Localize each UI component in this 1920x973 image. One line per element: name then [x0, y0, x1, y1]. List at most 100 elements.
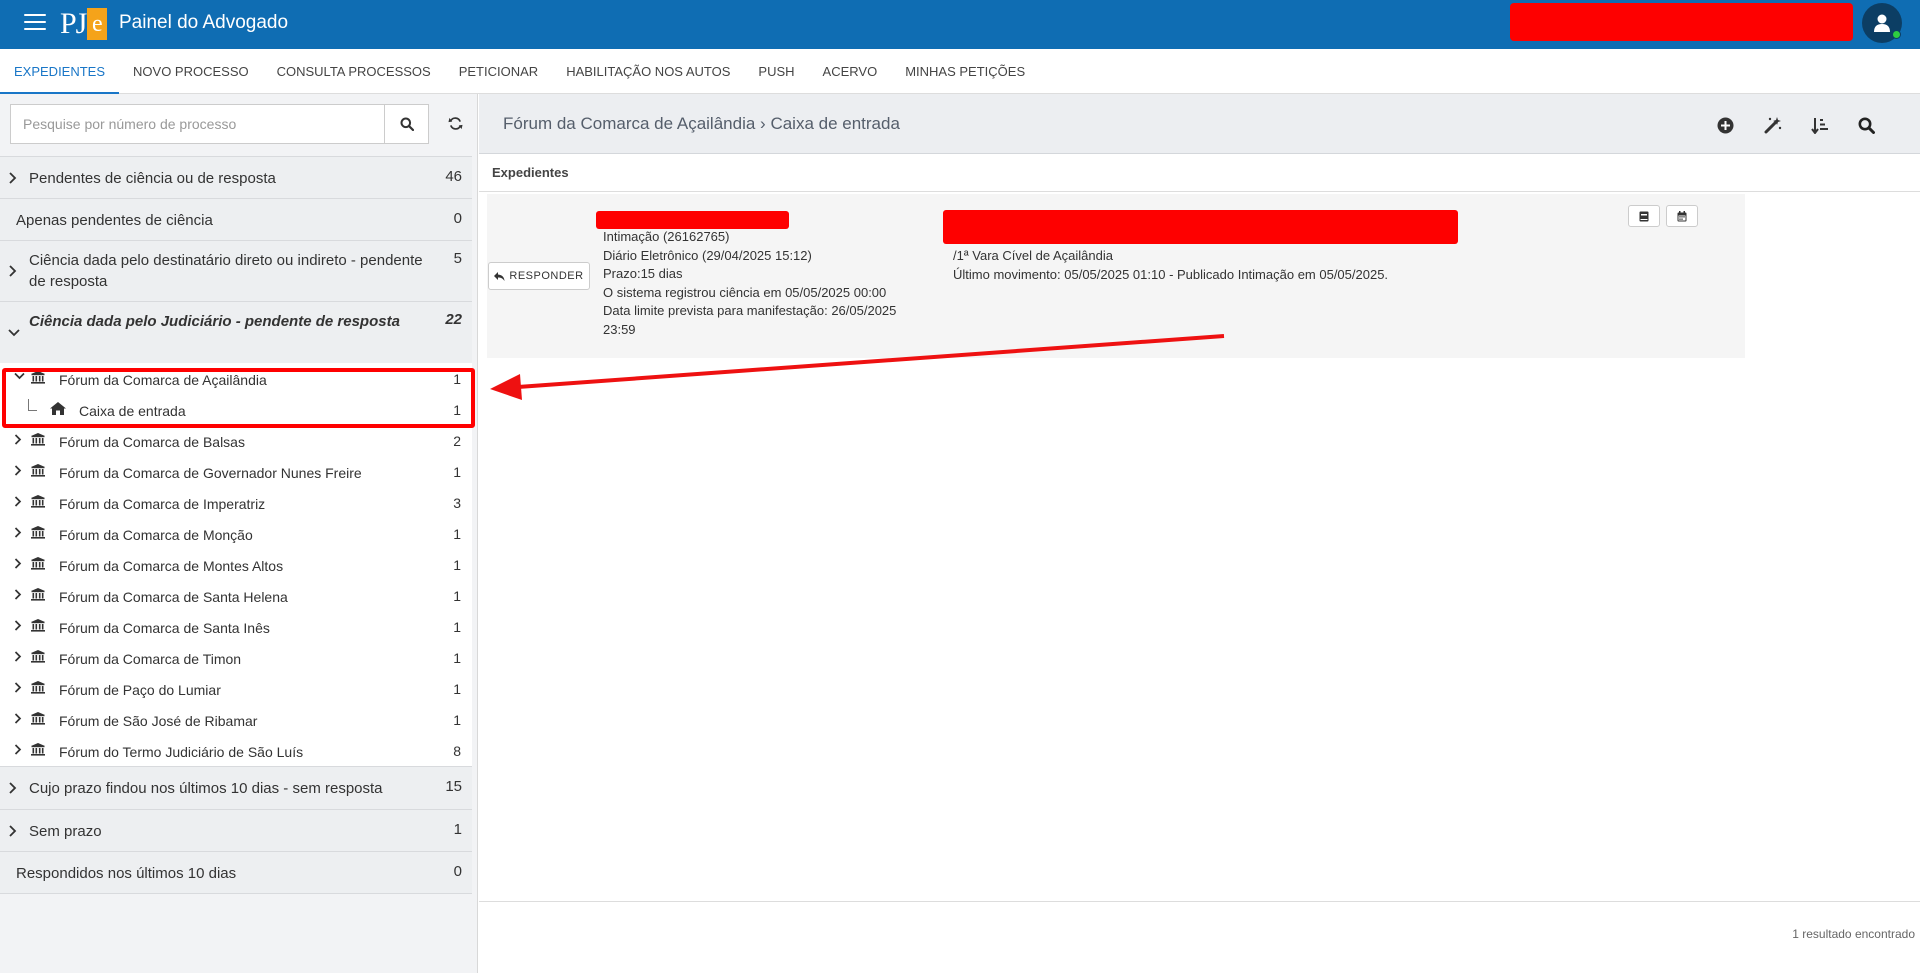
document-button[interactable] — [1628, 205, 1660, 227]
group-count: 0 — [453, 863, 462, 880]
magic-wand-button[interactable] — [1749, 113, 1796, 137]
content-header: Fórum da Comarca de Açailândia › Caixa d… — [479, 94, 1920, 154]
tab-novo-processo[interactable]: NOVO PROCESSO — [119, 49, 263, 94]
chevron-right-icon — [14, 682, 22, 693]
group-label: Sem prazo — [29, 823, 102, 840]
forum-count: 8 — [453, 743, 461, 759]
calendar-icon — [1677, 210, 1687, 221]
forum-label: Fórum da Comarca de Santa Helena — [59, 589, 288, 605]
process-search-input[interactable] — [10, 104, 384, 144]
group-apenas-pendentes-ciencia[interactable]: Apenas pendentes de ciência 0 — [0, 198, 472, 240]
forum-item[interactable]: Fórum da Comarca de Governador Nunes Fre… — [0, 456, 472, 487]
tree-connector — [28, 399, 37, 411]
calendar-button[interactable] — [1666, 205, 1698, 227]
diario-line: Diário Eletrônico (29/04/2025 15:12) — [603, 247, 812, 263]
group-respondidos[interactable]: Respondidos nos últimos 10 dias 0 — [0, 851, 472, 894]
chevron-right-icon — [9, 825, 17, 837]
chevron-right-icon — [14, 496, 22, 507]
book-icon — [1639, 211, 1649, 221]
group-sem-prazo[interactable]: Sem prazo 1 — [0, 809, 472, 851]
chevron-right-icon — [9, 172, 17, 184]
chevron-down-icon — [14, 372, 25, 380]
chevron-right-icon — [14, 651, 22, 662]
group-count: 46 — [445, 168, 462, 185]
tab-acervo[interactable]: ACERVO — [809, 49, 892, 94]
forum-item[interactable]: Fórum da Comarca de Imperatriz 3 — [0, 487, 472, 518]
search-button[interactable] — [384, 104, 429, 144]
reply-button[interactable]: RESPONDER — [488, 262, 590, 290]
breadcrumb-court[interactable]: Fórum da Comarca de Açailândia — [503, 114, 755, 133]
forum-item[interactable]: Fórum da Comarca de Santa Inês 1 — [0, 611, 472, 642]
forum-item[interactable]: Fórum da Comarca de Montes Altos 1 — [0, 549, 472, 580]
courthouse-icon — [31, 464, 45, 477]
forum-label: Fórum da Comarca de Açailândia — [59, 372, 267, 388]
forum-count: 1 — [453, 681, 461, 697]
forum-item[interactable]: Fórum da Comarca de Santa Helena 1 — [0, 580, 472, 611]
forum-count: 1 — [453, 712, 461, 728]
courthouse-icon — [31, 526, 45, 539]
group-count: 0 — [453, 210, 462, 227]
reply-icon — [494, 271, 505, 281]
forum-count: 1 — [453, 588, 461, 604]
group-count: 5 — [453, 250, 462, 267]
forum-item[interactable]: Fórum de São José de Ribamar 1 — [0, 704, 472, 735]
forum-label: Fórum da Comarca de Governador Nunes Fre… — [59, 465, 362, 481]
forum-item[interactable]: Fórum da Comarca de Timon 1 — [0, 642, 472, 673]
forum-label: Fórum da Comarca de Balsas — [59, 434, 245, 450]
refresh-button[interactable] — [440, 110, 470, 136]
prazo-line: Prazo:15 dias — [603, 266, 683, 281]
group-label: Ciência dada pelo Judiciário - pendente … — [29, 313, 400, 330]
forum-count: 3 — [453, 495, 461, 511]
sort-button[interactable] — [1796, 113, 1843, 137]
forum-count: 1 — [453, 371, 461, 387]
chevron-down-icon — [8, 329, 20, 337]
user-avatar[interactable] — [1862, 3, 1902, 43]
search-header-button[interactable] — [1843, 113, 1890, 137]
data-limite-line: Data limite prevista para manifestação: … — [603, 303, 897, 318]
courthouse-icon — [31, 557, 45, 570]
breadcrumb: Fórum da Comarca de Açailândia › Caixa d… — [503, 114, 900, 134]
tab-consulta-processos[interactable]: CONSULTA PROCESSOS — [263, 49, 445, 94]
top-bar: PJ e Painel do Advogado — [0, 0, 1920, 49]
chevron-right-icon — [14, 620, 22, 631]
forum-item[interactable]: Fórum da Comarca de Balsas 2 — [0, 425, 472, 456]
breadcrumb-box[interactable]: Caixa de entrada — [770, 114, 899, 133]
add-button[interactable] — [1702, 113, 1749, 137]
chevron-right-icon — [14, 465, 22, 476]
group-pendentes-ciencia-resposta[interactable]: Pendentes de ciência ou de resposta 46 — [0, 156, 472, 198]
group-ciencia-destinatario[interactable]: Ciência dada pelo destinatário direto ou… — [0, 240, 472, 301]
redacted-process-number — [596, 211, 789, 229]
courthouse-icon — [31, 650, 45, 663]
tab-minhas-peticoes[interactable]: MINHAS PETIÇÕES — [891, 49, 1039, 94]
group-count: 1 — [453, 821, 462, 838]
ultimo-movimento-line: Último movimento: 05/05/2025 01:10 - Pub… — [953, 266, 1389, 282]
data-limite-time: 23:59 — [603, 321, 636, 337]
forum-count: 2 — [453, 433, 461, 449]
pje-logo[interactable]: PJ e — [60, 6, 108, 42]
group-prazo-findou[interactable]: Cujo prazo findou nos últimos 10 dias - … — [0, 766, 472, 809]
process-details: /1ª Vara Cível de Açailândia Último movi… — [953, 247, 1388, 284]
forum-item[interactable]: Fórum da Comarca de Monção 1 — [0, 518, 472, 549]
tab-expedientes[interactable]: EXPEDIENTES — [0, 49, 120, 94]
courthouse-icon — [31, 588, 45, 601]
forum-item[interactable]: Fórum de Paço do Lumiar 1 — [0, 673, 472, 704]
tab-peticionar[interactable]: PETICIONAR — [445, 49, 552, 94]
ciencia-line: O sistema registrou ciência em 05/05/202… — [603, 284, 887, 300]
tab-habilitacao[interactable]: HABILITAÇÃO NOS AUTOS — [552, 49, 744, 94]
chevron-right-icon — [9, 265, 17, 277]
tab-push[interactable]: PUSH — [744, 49, 808, 94]
menu-icon[interactable] — [24, 14, 46, 32]
forum-item-acailandia[interactable]: Fórum da Comarca de Açailândia 1 — [0, 363, 472, 394]
forum-count: 1 — [453, 526, 461, 542]
group-ciencia-judiciario[interactable]: Ciência dada pelo Judiciário - pendente … — [0, 301, 472, 363]
courthouse-icon — [31, 371, 45, 384]
magic-wand-icon — [1764, 117, 1781, 134]
forum-item-caixa-de-entrada[interactable]: Caixa de entrada 1 — [0, 394, 472, 425]
chevron-right-icon — [14, 434, 22, 445]
forum-label: Fórum de São José de Ribamar — [59, 713, 258, 729]
forum-item[interactable]: Fórum do Termo Judiciário de São Luís 8 — [0, 735, 472, 766]
breadcrumb-separator: › — [760, 114, 766, 133]
chevron-right-icon — [14, 744, 22, 755]
forum-count: 1 — [453, 650, 461, 666]
courthouse-icon — [31, 619, 45, 632]
